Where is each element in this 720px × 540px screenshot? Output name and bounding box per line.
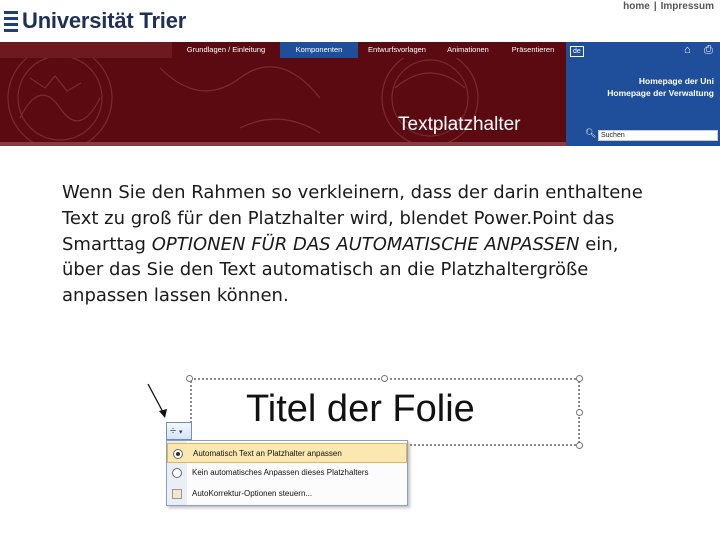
nav-item-praesentieren[interactable]: Präsentieren <box>500 42 566 58</box>
nav-item-grundlagen[interactable]: Grundlagen / Einleitung <box>172 42 280 58</box>
administration-homepage-link[interactable]: Homepage der Verwaltung <box>607 88 714 98</box>
pointer-arrow-icon <box>147 383 167 418</box>
search-icon: 🔍︎ <box>585 128 597 138</box>
radio-selected-icon <box>173 449 183 459</box>
resize-handle[interactable] <box>576 375 583 382</box>
explanation-paragraph: Wenn Sie den Rahmen so verkleinern, dass… <box>62 180 662 309</box>
search-input[interactable]: Suchen <box>598 130 718 141</box>
sitemap-icon[interactable]: ⌂ <box>684 44 691 56</box>
autocorrect-icon <box>172 489 182 499</box>
nav-item-entwurfsvorlagen[interactable]: Entwurfsvorlagen <box>358 42 436 58</box>
nav-item-animationen[interactable]: Animationen <box>436 42 500 58</box>
logo-mark-icon <box>4 9 18 33</box>
resize-handle[interactable] <box>576 442 583 449</box>
banner-title: Textplatzhalter <box>398 114 521 135</box>
menu-item-no-autofit[interactable]: Kein automatisches Anpassen dieses Platz… <box>167 463 407 483</box>
slide-title: Titel der Folie <box>246 388 475 430</box>
impressum-link[interactable]: Impressum <box>661 1 714 12</box>
menu-item-label: Automatisch Text an Platzhalter anpassen <box>193 449 342 458</box>
menu-item-label: Kein automatisches Anpassen dieses Platz… <box>192 468 369 477</box>
language-switch[interactable]: de <box>570 46 584 57</box>
radio-icon <box>172 468 182 478</box>
nav-item-komponenten[interactable]: Komponenten <box>280 42 358 58</box>
autofit-options-menu: Automatisch Text an Platzhalter anpassen… <box>166 440 408 506</box>
main-navigation: Grundlagen / Einleitung Komponenten Entw… <box>0 42 566 58</box>
link-separator: | <box>653 1 657 12</box>
nav-spacer <box>0 42 172 58</box>
home-link[interactable]: home <box>623 1 650 12</box>
menu-item-autocorrect-options[interactable]: AutoKorrektur-Optionen steuern... <box>167 484 407 504</box>
print-icon[interactable]: ⎙ <box>704 44 713 57</box>
menu-item-autofit[interactable]: Automatisch Text an Platzhalter anpassen <box>167 443 407 463</box>
top-links: home | Impressum <box>623 1 714 12</box>
resize-handle[interactable] <box>186 375 193 382</box>
menu-item-label: AutoKorrektur-Optionen steuern... <box>192 489 313 498</box>
autofit-smarttag-button[interactable]: ÷ ▾ <box>166 422 192 440</box>
resize-handle[interactable] <box>576 409 583 416</box>
uni-homepage-link[interactable]: Homepage der Uni <box>639 76 714 86</box>
university-logo[interactable]: Universität Trier <box>4 6 186 36</box>
chevron-down-icon: ▾ <box>179 429 183 436</box>
smarttag-glyph: ÷ <box>170 425 177 437</box>
logo-text: Universität Trier <box>22 8 187 33</box>
paragraph-text-italic: OPTIONEN FÜR DAS AUTOMATISCHE ANPASSEN <box>151 233 580 255</box>
resize-handle[interactable] <box>381 375 388 382</box>
